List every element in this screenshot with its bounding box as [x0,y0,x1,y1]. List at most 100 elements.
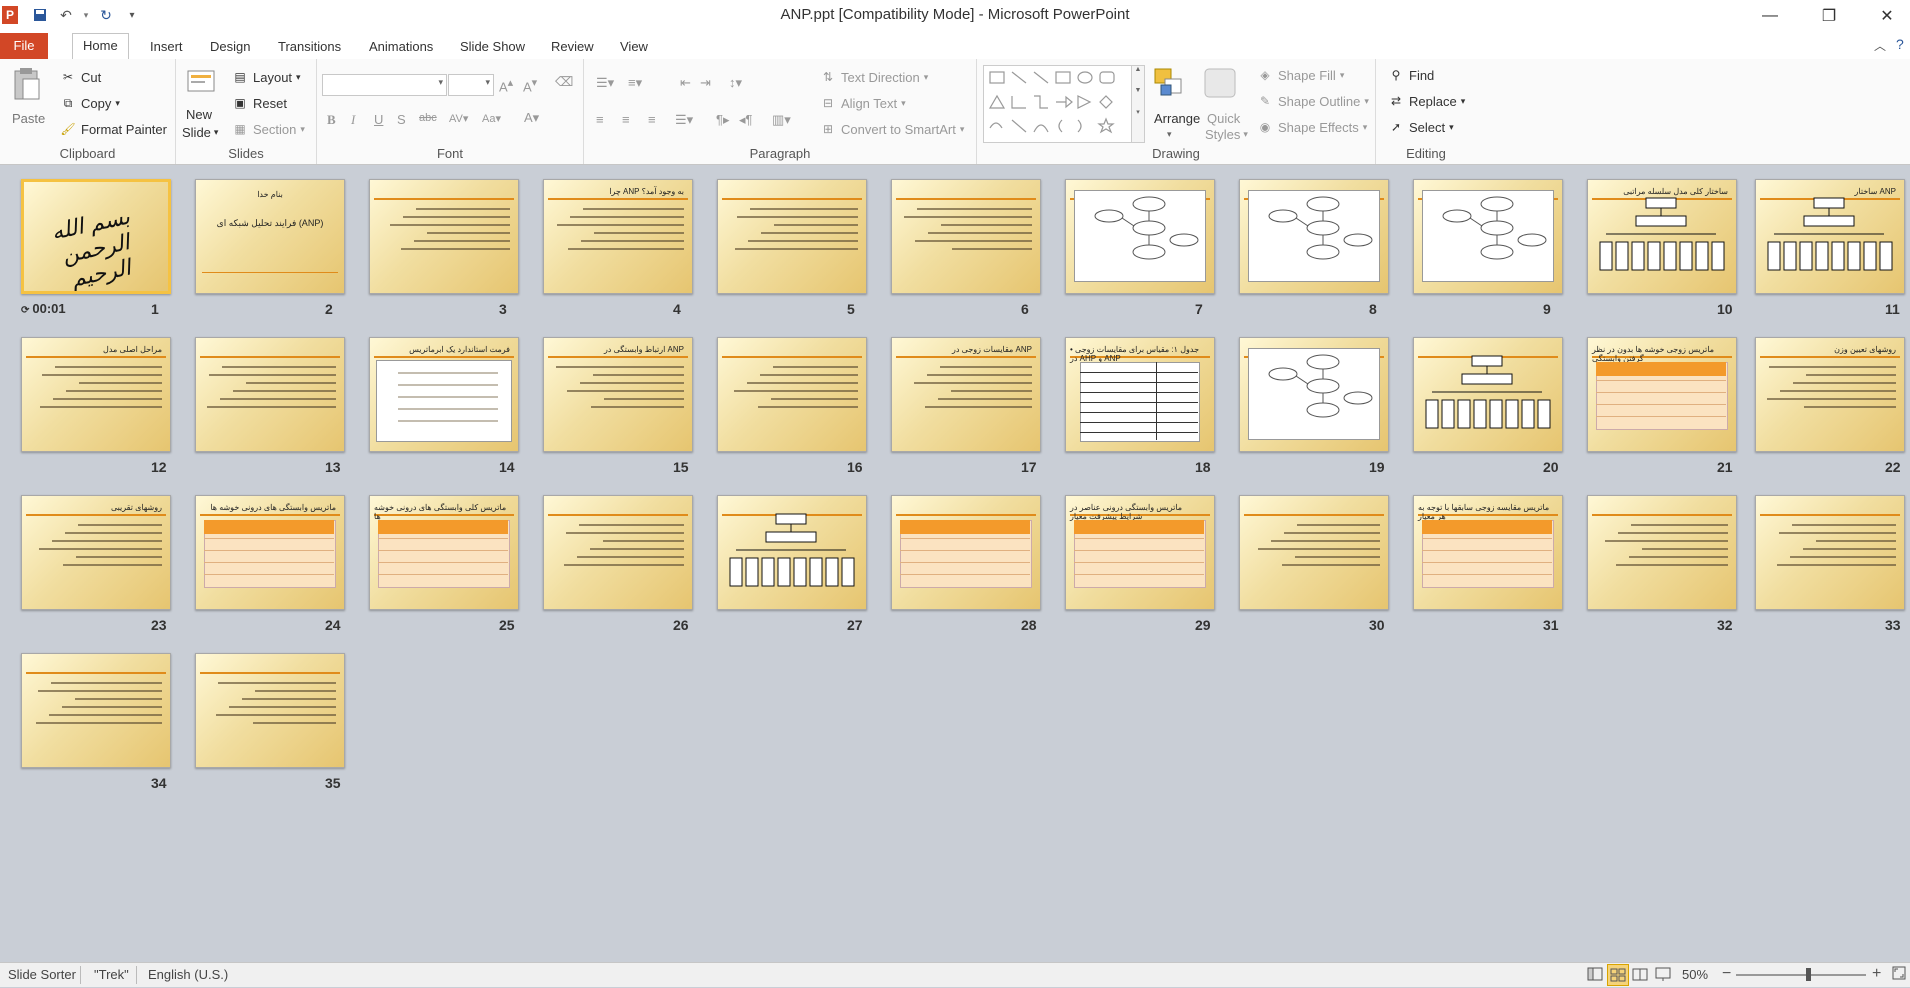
collapse-ribbon-icon[interactable]: ︿ [1874,37,1886,54]
shape-outline-button[interactable]: ✎ Shape Outline ▾ [1257,93,1369,109]
slide-thumbnail-12[interactable]: مراحل اصلی مدل [21,337,171,452]
columns-icon[interactable]: ▥▾ [772,112,791,128]
select-button[interactable]: ➚ Select ▾ [1388,119,1454,135]
tab-home[interactable]: Home [72,33,129,61]
slide-thumbnail-3[interactable] [369,179,519,294]
quick-styles-label-1[interactable]: Quick [1207,111,1240,126]
bold-icon[interactable]: B [327,112,336,128]
fit-to-window-icon[interactable] [1892,966,1906,983]
status-language[interactable]: English (U.S.) [148,967,228,982]
reset-button[interactable]: ▣ Reset [232,95,287,111]
gallery-scroll[interactable]: ▲ ▼ ▾ [1131,65,1145,143]
slide-thumbnail-34[interactable] [21,653,171,768]
slide-thumbnail-26[interactable] [543,495,693,610]
shape-fill-button[interactable]: ◈ Shape Fill ▾ [1257,67,1344,83]
zoom-in-icon[interactable]: + [1872,965,1881,983]
slide-thumbnail-17[interactable]: مقایسات زوجی در ANP [891,337,1041,452]
bullets-icon[interactable]: ☰▾ [596,75,614,91]
slide-thumbnail-19[interactable] [1239,337,1389,452]
tab-file[interactable]: File [0,33,48,59]
new-slide-icon[interactable] [186,67,216,95]
slide-thumbnail-7[interactable] [1065,179,1215,294]
slide-thumbnail-27[interactable] [717,495,867,610]
tab-view[interactable]: View [610,35,658,59]
slide-thumbnail-8[interactable] [1239,179,1389,294]
quick-styles-icon[interactable] [1203,67,1237,99]
slide-thumbnail-21[interactable]: ماتریس زوجی خوشه ها بدون در نظر گرفتن وا… [1587,337,1737,452]
shapes-gallery[interactable] [983,65,1133,143]
slide-thumbnail-2[interactable]: بنام خدا فرایند تحلیل شبکه ای (ANP) [195,179,345,294]
slide-thumbnail-29[interactable]: ماتریس وابستگی درونی عناصر در شرایط پیشر… [1065,495,1215,610]
zoom-level[interactable]: 50% [1682,967,1708,982]
normal-view-icon[interactable] [1587,966,1603,985]
close-button[interactable]: ✕ [1864,0,1910,31]
restore-button[interactable]: ❐ [1806,0,1852,31]
slide-thumbnail-11[interactable]: ساختار ANP [1755,179,1905,294]
text-direction-button[interactable]: ⇅ Text Direction ▾ [820,69,928,85]
align-right-icon[interactable]: ≡ [648,112,656,127]
slide-thumbnail-9[interactable] [1413,179,1563,294]
font-color-icon[interactable]: A▾ [524,110,539,126]
layout-button[interactable]: ▤ Layout ▾ [232,69,300,85]
zoom-out-icon[interactable]: − [1722,965,1731,983]
replace-button[interactable]: ⇄ Replace ▾ [1388,93,1465,109]
grow-font-icon[interactable]: A▴ [499,76,513,94]
rtl-icon[interactable]: ◂¶ [739,112,753,128]
paste-icon[interactable] [12,67,42,103]
format-painter-button[interactable]: 🖌 Format Painter [60,121,167,137]
line-spacing-icon[interactable]: ↕▾ [729,75,742,91]
tab-insert[interactable]: Insert [140,35,193,59]
align-center-icon[interactable]: ≡ [622,112,630,127]
slide-thumbnail-33[interactable] [1755,495,1905,610]
font-name-combobox[interactable]: ▾ [322,74,447,96]
arrange-icon[interactable] [1153,67,1187,99]
slide-thumbnail-18[interactable]: • جدول ۱: مقیاس برای مقایسات زوجی در AHP… [1065,337,1215,452]
tab-transitions[interactable]: Transitions [268,35,351,59]
change-case-icon[interactable]: Aa▾ [482,112,501,125]
new-slide-label-2[interactable]: Slide ▾ [182,125,218,140]
underline-icon[interactable]: U [374,112,383,127]
italic-icon[interactable]: I [351,112,355,128]
slide-thumbnail-20[interactable] [1413,337,1563,452]
zoom-slider-track[interactable] [1736,974,1866,976]
section-button[interactable]: ▦ Section ▾ [232,121,305,137]
slide-thumbnail-30[interactable] [1239,495,1389,610]
convert-smartart-button[interactable]: ⊞ Convert to SmartArt ▾ [820,121,964,137]
slide-sorter-view-icon[interactable] [1607,964,1629,986]
slide-thumbnail-14[interactable]: فرمت استاندارد یک ابرماتریس [369,337,519,452]
slide-thumbnail-1[interactable]: بسم الله الرحمن الرحیم [21,179,171,294]
shape-effects-button[interactable]: ◉ Shape Effects ▾ [1257,119,1368,135]
slide-show-icon[interactable] [1655,966,1671,985]
slide-thumbnail-28[interactable] [891,495,1041,610]
slide-thumbnail-5[interactable] [717,179,867,294]
slide-thumbnail-24[interactable]: ماتریس وابستگی های درونی خوشه ها [195,495,345,610]
tab-slide-show[interactable]: Slide Show [450,35,535,59]
slide-thumbnail-31[interactable]: ماتریس مقایسه زوجی سابقها با توجه به هر … [1413,495,1563,610]
justify-icon[interactable]: ☰▾ [675,112,693,128]
paste-button[interactable]: Paste [12,111,45,126]
strikethrough-icon[interactable]: abc [419,112,437,124]
zoom-slider-thumb[interactable] [1806,968,1811,981]
slide-thumbnail-25[interactable]: ماتریس کلی وابستگی های درونی خوشه ها [369,495,519,610]
tab-design[interactable]: Design [200,35,260,59]
slide-thumbnail-15[interactable]: ارتباط وابستگی در ANP [543,337,693,452]
slide-thumbnail-13[interactable] [195,337,345,452]
clear-formatting-icon[interactable]: ⌫ [555,74,573,90]
align-left-icon[interactable]: ≡ [596,112,604,127]
character-spacing-icon[interactable]: AV▾ [449,112,468,125]
shrink-font-icon[interactable]: A▾ [523,76,537,94]
cut-button[interactable]: ✂ Cut [60,69,101,85]
ltr-icon[interactable]: ¶▸ [716,112,730,128]
shadow-icon[interactable]: S [397,112,406,127]
numbering-icon[interactable]: ≡▾ [628,75,642,91]
slide-thumbnail-4[interactable]: چرا ANP به وجود آمد؟ [543,179,693,294]
minimize-button[interactable]: — [1747,0,1793,31]
copy-button[interactable]: ⧉ Copy ▾ [60,95,120,111]
slide-thumbnail-22[interactable]: روشهای تعیین وزن [1755,337,1905,452]
reading-view-icon[interactable] [1632,966,1648,985]
slide-thumbnail-6[interactable] [891,179,1041,294]
new-slide-label-1[interactable]: New [186,107,212,122]
arrange-button[interactable]: Arrange [1154,111,1200,126]
font-size-combobox[interactable]: ▾ [448,74,494,96]
increase-indent-icon[interactable]: ⇥ [700,75,711,91]
